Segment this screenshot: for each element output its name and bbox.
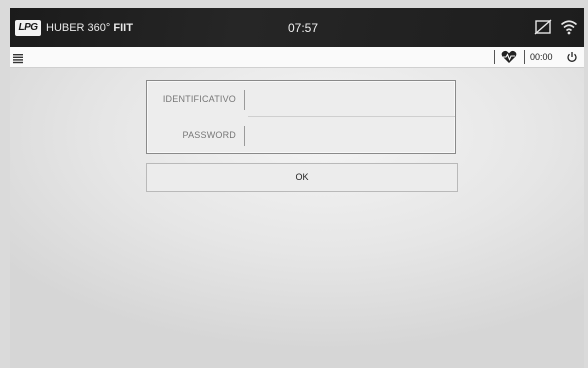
toolbar-divider <box>494 50 495 64</box>
password-row: PASSWORD <box>147 117 455 153</box>
brand-bold: FIIT <box>113 22 133 34</box>
identifier-label: IDENTIFICATIVO <box>162 94 236 104</box>
clock: 07:57 <box>287 21 319 35</box>
no-signal-icon <box>534 18 552 41</box>
wifi-icon <box>560 18 578 41</box>
brand-text: HUBER 360° <box>46 22 111 34</box>
heart-rate-icon[interactable] <box>501 50 517 64</box>
field-divider <box>244 90 245 110</box>
field-divider <box>244 126 245 146</box>
device-frame: LPG HUBER 360° FIIT 07:57 00:00 IDENTIFI… <box>0 0 588 368</box>
app-screen: LPG HUBER 360° FIIT 07:57 00:00 IDENTIFI… <box>10 8 584 368</box>
identifier-input[interactable] <box>249 87 449 111</box>
password-input[interactable] <box>249 123 449 147</box>
power-icon[interactable] <box>566 50 578 62</box>
password-label: PASSWORD <box>182 130 236 140</box>
lpg-logo: LPG <box>15 20 41 36</box>
menu-icon[interactable] <box>12 51 24 64</box>
status-bar: LPG HUBER 360° FIIT 07:57 <box>10 8 584 47</box>
toolbar-divider <box>524 50 525 64</box>
brand-name: HUBER 360° FIIT <box>46 21 133 35</box>
identifier-row: IDENTIFICATIVO <box>147 81 455 117</box>
login-form: IDENTIFICATIVO PASSWORD <box>146 80 456 154</box>
toolbar: 00:00 <box>10 47 584 68</box>
session-timer: 00:00 <box>530 52 553 62</box>
ok-button[interactable]: OK <box>146 163 458 192</box>
